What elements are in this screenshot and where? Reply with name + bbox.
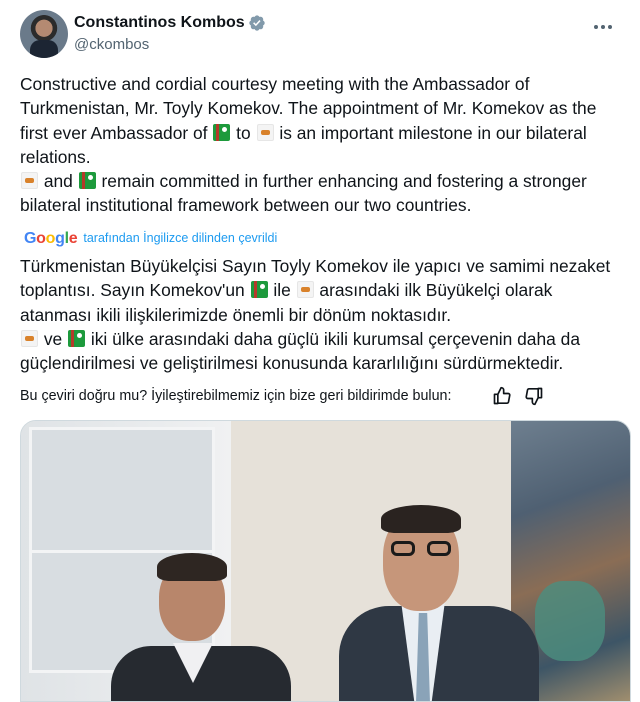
cyprus-flag-icon <box>21 172 38 190</box>
turkmenistan-flag-icon <box>213 123 231 141</box>
cyprus-flag-icon <box>21 329 38 347</box>
author-handle[interactable]: @ckombos <box>74 36 149 53</box>
author-name[interactable]: Constantinos Kombos <box>74 14 245 32</box>
translated-tweet-text: Türkmenistan Büyükelçisi Sayın Toyly Kom… <box>20 256 611 374</box>
tweet-header: Constantinos Kombos @ckombos <box>20 10 620 60</box>
turkmenistan-flag-icon <box>68 329 86 347</box>
cyprus-flag-icon <box>256 123 274 141</box>
turkmenistan-flag-icon <box>78 172 96 190</box>
glasses <box>391 541 451 557</box>
avatar[interactable] <box>20 10 68 58</box>
thumbs-down-icon[interactable] <box>524 386 544 406</box>
translation-feedback-question: Bu çeviri doğru mu? İyileştirebilmemiz i… <box>20 388 452 404</box>
more-options-icon[interactable] <box>592 16 616 32</box>
turkmenistan-flag-icon <box>250 281 268 299</box>
thumbs-up-icon[interactable] <box>492 386 512 406</box>
original-tweet-text: Constructive and cordial courtesy meetin… <box>20 74 597 216</box>
translation-attribution: Google tarafından İngilizce dilinden çevr… <box>24 230 277 248</box>
verified-badge-icon <box>249 15 265 31</box>
translated-from-link[interactable]: tarafından İngilizce dilinden çevrildi <box>83 231 277 245</box>
tweet-photo[interactable] <box>20 420 631 702</box>
google-logo: Google <box>24 230 78 247</box>
cyprus-flag-icon <box>296 281 314 299</box>
